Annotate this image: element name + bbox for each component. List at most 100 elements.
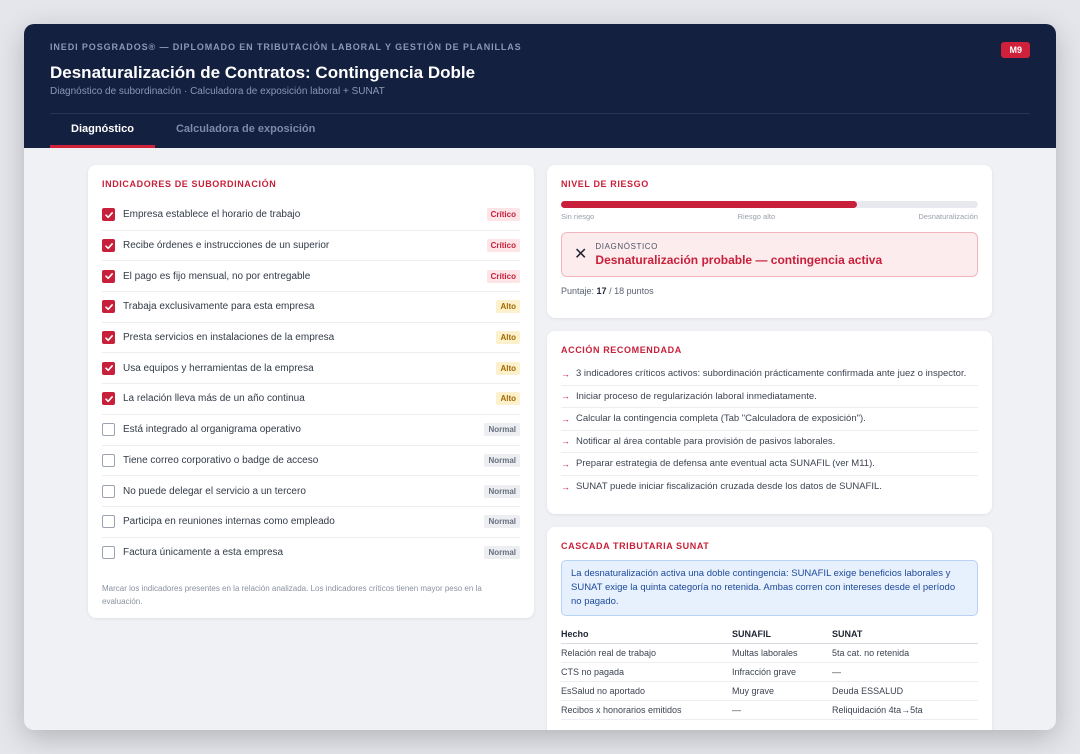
indicator-row[interactable]: No puede delegar el servicio a un tercer… [102, 476, 520, 507]
close-icon: ✕ [574, 245, 588, 263]
diagnosis-text: Desnaturalización probable — contingenci… [595, 253, 883, 267]
main-content: INDICADORES DE SUBORDINACIÓN Empresa est… [24, 148, 1056, 730]
check-icon [104, 211, 113, 218]
severity-badge: Alto [496, 300, 520, 314]
checkbox-checked[interactable] [102, 208, 115, 222]
indicator-row[interactable]: Trabaja exclusivamente para esta empresa… [102, 292, 520, 323]
indicator-row[interactable]: Factura únicamente a esta empresa Normal [102, 538, 520, 569]
cascade-title: CASCADA TRIBUTARIA SUNAT [561, 541, 710, 551]
score-prefix: Puntaje: [561, 286, 595, 296]
checkbox-unchecked[interactable] [102, 484, 115, 498]
indicator-row[interactable]: Participa en reuniones internas como emp… [102, 507, 520, 538]
tab-calculadora[interactable]: Calculadora de exposición [155, 123, 336, 148]
cell-hecho: CTS no pagada [561, 662, 732, 682]
action-text: Calcular la contingencia completa (Tab "… [576, 413, 866, 425]
risk-label-high: Riesgo alto [737, 212, 776, 221]
risk-label-max: Desnaturalización [918, 212, 978, 221]
cell-sunat: 5ta cat. no retenida [832, 643, 978, 663]
indicators-card: INDICADORES DE SUBORDINACIÓN Empresa est… [88, 165, 534, 618]
indicator-label: Está integrado al organigrama operativo [123, 424, 301, 436]
indicator-row[interactable]: Usa equipos y herramientas de la empresa… [102, 353, 520, 385]
checkbox-unchecked[interactable] [102, 546, 115, 560]
action-text: Preparar estrategia de defensa ante even… [576, 458, 875, 470]
arrow-right-icon: → [561, 391, 570, 402]
indicator-row[interactable]: Tiene correo corporativo o badge de acce… [102, 446, 520, 477]
cell-sunat: Reliquidación 4ta→5ta [832, 700, 978, 720]
indicator-label: Trabaja exclusivamente para esta empresa [123, 301, 315, 313]
check-icon [104, 303, 113, 311]
score-value: 17 [596, 286, 607, 296]
app-window: INEDI POSGRADOS® — DIPLOMADO EN TRIBUTAC… [24, 24, 1056, 730]
indicators-list: Empresa establece el horario de trabajo C… [102, 200, 520, 568]
risk-bar-labels: Sin riesgo Riesgo alto Desnaturalización [561, 212, 978, 221]
cell-sunat: Deuda ESSALUD [832, 681, 978, 701]
indicator-row[interactable]: Presta servicios en instalaciones de la … [102, 323, 520, 354]
indicator-label: Usa equipos y herramientas de la empresa [123, 362, 314, 374]
indicator-label: Tiene correo corporativo o badge de acce… [123, 454, 319, 466]
indicator-label: Participa en reuniones internas como emp… [123, 516, 335, 528]
checkbox-checked[interactable] [102, 300, 115, 314]
cell-hecho: Relación real de trabajo [561, 643, 732, 663]
indicator-label: Presta servicios en instalaciones de la … [123, 332, 335, 344]
cell-sunafil: Muy grave [731, 681, 833, 701]
action-text: 3 indicadores críticos activos: subordin… [576, 368, 967, 380]
indicator-label: Empresa establece el horario de trabajo [123, 209, 301, 221]
indicator-row[interactable]: Recibe órdenes e instrucciones de un sup… [102, 231, 520, 262]
col-sunat: SUNAT [832, 625, 978, 644]
table-row: Relación real de trabajo Multas laborales… [561, 643, 978, 663]
action-text: Iniciar proceso de regularización labora… [576, 390, 817, 402]
arrow-right-icon: → [561, 413, 570, 424]
table-row: CTS no pagada Infracción grave — [561, 662, 978, 682]
risk-card: NIVEL DE RIESGO Sin riesgo Riesgo alto D… [547, 165, 992, 318]
table-row: Recibos x honorarios emitidos — Reliquidac… [561, 700, 978, 720]
indicator-row[interactable]: El pago es fijo mensual, no por entregab… [102, 261, 520, 293]
checkbox-checked[interactable] [102, 361, 115, 375]
severity-badge: Normal [484, 453, 520, 467]
check-icon [104, 365, 113, 372]
check-icon [104, 334, 113, 341]
checkbox-checked[interactable] [102, 269, 115, 283]
action-item: → SUNAT puede iniciar fiscalización cruza… [561, 476, 978, 499]
arrow-right-icon: → [561, 481, 570, 492]
cell-sunafil: — [731, 700, 833, 720]
cascade-table: Hecho SUNAFIL SUNAT Relación real de tra… [561, 625, 978, 720]
action-item: → 3 indicadores críticos activos: subordi… [561, 363, 978, 386]
tab-bar: Diagnóstico Calculadora de exposición [50, 123, 336, 148]
cell-hecho: EsSalud no aportado [561, 681, 732, 701]
cell-sunafil: Multas laborales [731, 643, 833, 663]
score-suffix: / 18 puntos [609, 286, 654, 296]
severity-badge: Normal [484, 484, 520, 498]
header: INEDI POSGRADOS® — DIPLOMADO EN TRIBUTAC… [24, 24, 1056, 148]
diagnosis-kicker: DIAGNÓSTICO [595, 242, 659, 251]
cell-hecho: Recibos x honorarios emitidos [561, 700, 732, 720]
checkbox-unchecked[interactable] [102, 515, 115, 529]
arrow-right-icon: → [561, 436, 570, 447]
col-sunafil: SUNAFIL [731, 625, 833, 644]
severity-badge: Crítico [486, 239, 520, 253]
cell-sunafil: Infracción grave [731, 662, 833, 682]
action-card: ACCIÓN RECOMENDADA → 3 indicadores crític… [547, 331, 992, 514]
risk-bar-fill [561, 201, 858, 208]
table-row: EsSalud no aportado Muy grave Deuda ESSALU… [561, 681, 978, 701]
severity-badge: Normal [484, 515, 520, 529]
checkbox-checked[interactable] [102, 331, 115, 345]
checkbox-checked[interactable] [102, 239, 115, 253]
indicator-row[interactable]: La relación lleva más de un año continua… [102, 384, 520, 415]
tab-diagnostico[interactable]: Diagnóstico [50, 123, 155, 148]
severity-badge: Crítico [486, 269, 520, 283]
cascade-header-row: Hecho SUNAFIL SUNAT [561, 625, 978, 644]
col-hecho: Hecho [561, 625, 732, 644]
checkbox-checked[interactable] [102, 392, 115, 406]
action-text: SUNAT puede iniciar fiscalización cruzad… [576, 481, 882, 493]
checkbox-unchecked[interactable] [102, 423, 115, 437]
severity-badge: Normal [484, 546, 520, 560]
indicator-label: No puede delegar el servicio a un tercer… [123, 485, 306, 497]
checkbox-unchecked[interactable] [102, 453, 115, 467]
cascade-card: CASCADA TRIBUTARIA SUNAT La desnaturaliz… [547, 527, 992, 730]
page-title: Desnaturalización de Contratos: Continge… [50, 63, 476, 82]
indicator-row[interactable]: Está integrado al organigrama operativo N… [102, 415, 520, 446]
action-item: → Preparar estrategia de defensa ante eve… [561, 453, 978, 476]
action-item: → Calcular la contingencia completa (Tab … [561, 408, 978, 431]
indicator-row[interactable]: Empresa establece el horario de trabajo C… [102, 200, 520, 231]
arrow-right-icon: → [561, 458, 570, 469]
